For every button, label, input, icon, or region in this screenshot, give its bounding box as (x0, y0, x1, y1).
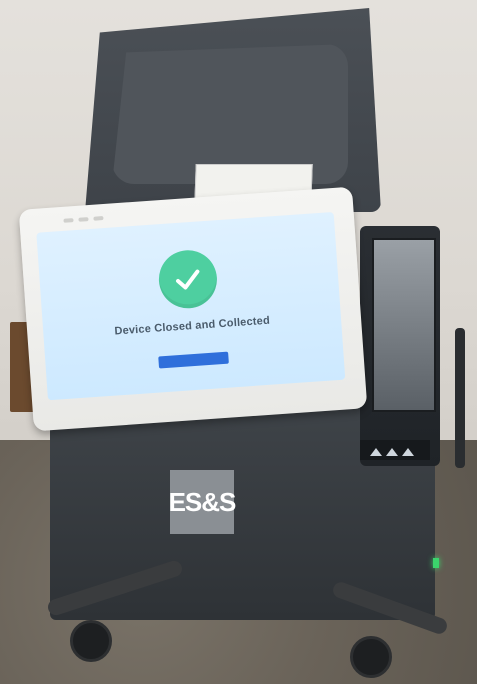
check-circle-icon (156, 248, 219, 311)
indicator-light (93, 216, 104, 221)
caster-wheel (350, 636, 392, 678)
indicator-light (63, 218, 74, 223)
brand-logo: ES&S (169, 470, 236, 534)
checkmark-icon (176, 269, 200, 290)
ballot-slot (360, 440, 430, 460)
scanner-window (372, 238, 436, 412)
caster-wheel (70, 620, 112, 662)
tablet-indicators (63, 216, 104, 223)
power-off-button[interactable] (158, 351, 229, 369)
indicator-light (78, 217, 89, 222)
display-screen: Device Closed and Collected (36, 211, 346, 401)
touchscreen-tablet: Device Closed and Collected (18, 186, 368, 432)
screen-title: Device Closed and Collected (114, 314, 271, 338)
status-led (433, 558, 439, 568)
side-handle (455, 328, 465, 468)
lid-inner-panel (112, 44, 348, 184)
